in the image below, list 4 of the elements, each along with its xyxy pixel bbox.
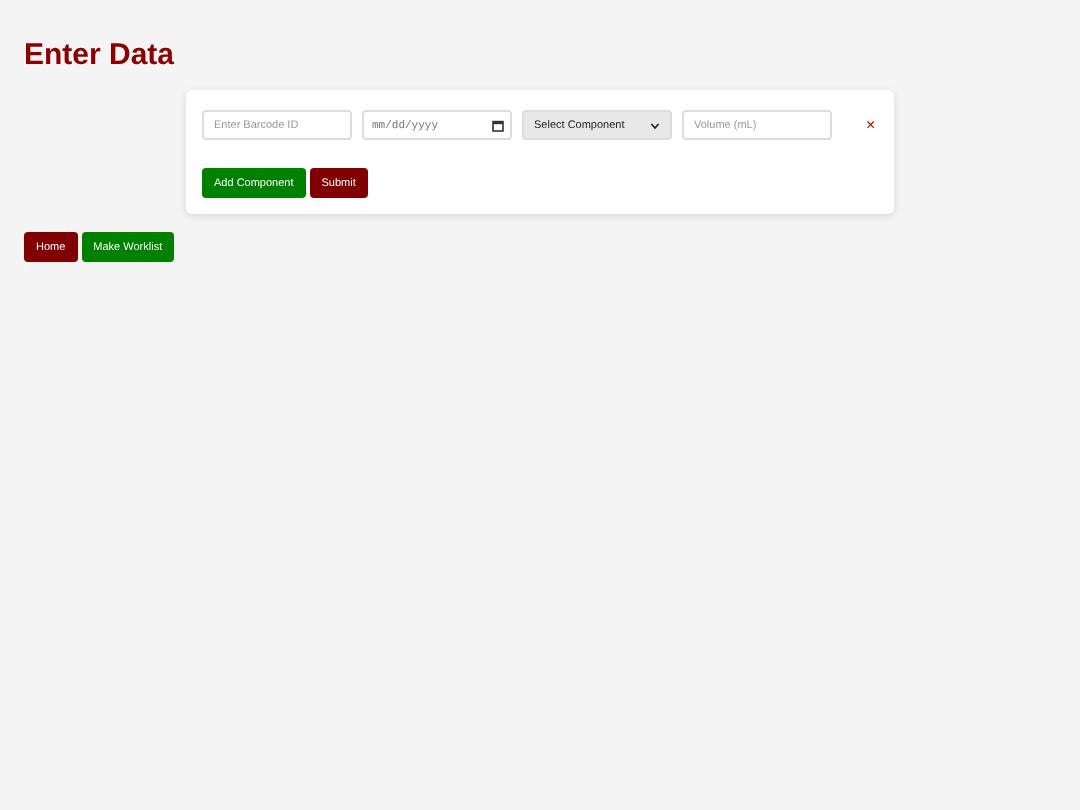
page-title: Enter Data [24,38,175,74]
chevron-down-icon [650,121,660,129]
calendar-icon [492,119,504,131]
remove-button[interactable]: × [866,116,876,134]
